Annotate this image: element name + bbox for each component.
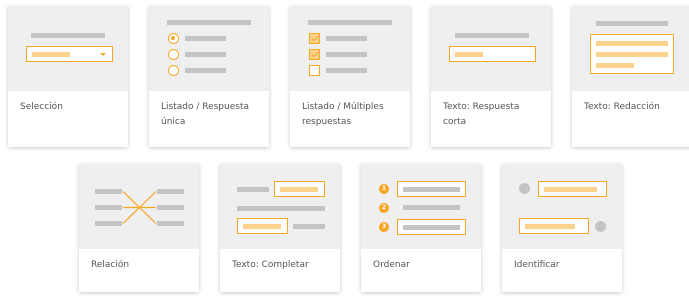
question-type-label: Listado / Múltiples respuestas — [302, 102, 384, 127]
dropdown-select-icon — [8, 6, 128, 91]
question-type-label: Selección — [20, 102, 63, 112]
question-type-label: Texto: Redacción — [584, 102, 660, 112]
question-type-card-relacion[interactable]: Relación — [79, 164, 199, 292]
question-type-card-identificar[interactable]: Identificar — [502, 164, 622, 292]
short-text-input-icon — [431, 6, 551, 91]
question-type-card-completar[interactable]: Texto: Completar — [220, 164, 340, 292]
fill-in-blanks-icon — [220, 164, 340, 249]
order-number-3: 3 — [379, 222, 389, 232]
long-text-area-icon — [572, 6, 689, 91]
order-number-1: 1 — [379, 184, 389, 194]
numbered-order-icon: 1 2 3 — [361, 164, 481, 249]
question-type-label: Relación — [91, 260, 130, 270]
question-type-label: Ordenar — [373, 260, 410, 270]
question-type-label: Texto: Completar — [232, 260, 309, 270]
question-type-card-multiples-respuestas[interactable]: Listado / Múltiples respuestas — [290, 6, 410, 147]
question-type-card-ordenar[interactable]: 1 2 3 Ordenar — [361, 164, 481, 292]
question-type-card-respuesta-corta[interactable]: Texto: Respuesta corta — [431, 6, 551, 147]
radio-list-icon — [149, 6, 269, 91]
question-type-label: Texto: Respuesta corta — [443, 102, 520, 127]
order-number-2: 2 — [379, 203, 389, 213]
identify-points-icon — [502, 164, 622, 249]
checkbox-list-icon — [290, 6, 410, 91]
question-type-label: Listado / Respuesta única — [161, 102, 249, 127]
question-type-card-respuesta-unica[interactable]: Listado / Respuesta única — [149, 6, 269, 147]
question-type-card-seleccion[interactable]: Selección — [8, 6, 128, 147]
question-type-label: Identificar — [514, 260, 560, 270]
question-type-card-redaccion[interactable]: Texto: Redacción — [572, 6, 689, 147]
matching-lines-icon — [79, 164, 199, 249]
